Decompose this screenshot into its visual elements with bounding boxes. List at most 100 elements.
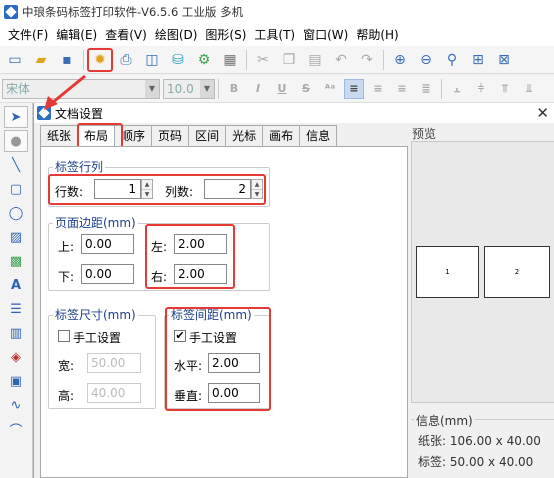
font-size-value: 10.0: [167, 81, 194, 96]
new-document-icon[interactable]: ▭: [4, 49, 26, 71]
vertical-gap-input[interactable]: 0.00: [208, 383, 260, 403]
menu-window[interactable]: 窗口(W): [299, 24, 352, 46]
cols-label: 列数:: [165, 185, 194, 199]
menu-bar: 文件(F) 编辑(E) 查看(V) 绘图(D) 图形(S) 工具(T) 窗口(W…: [0, 24, 554, 46]
font-family-select[interactable]: 宋体 ▼: [2, 78, 160, 99]
menu-help[interactable]: 帮助(H): [352, 24, 402, 46]
layout-tab-page: 标签行列 行数: 1 ▲ ▼ 列数: 2 ▲ ▼ 页面边距(mm) 上: 0.00 …: [40, 146, 408, 478]
align-top-icon[interactable]: ⫠: [447, 79, 467, 99]
label-gap-manual-checkbox[interactable]: ✔: [174, 330, 186, 342]
label-gap-manual-label: 手工设置: [189, 331, 238, 345]
undo-icon[interactable]: ↶: [330, 49, 352, 71]
print-preview-icon[interactable]: ◫: [141, 49, 163, 71]
grid-icon[interactable]: ▦: [219, 49, 241, 71]
font-size-select[interactable]: 10.0 ▼: [163, 78, 215, 99]
bottom-margin-input[interactable]: 0.00: [81, 264, 134, 284]
label-size-manual-checkbox[interactable]: [58, 330, 70, 342]
fit-width-icon[interactable]: ⊠: [493, 49, 515, 71]
menu-draw[interactable]: 绘图(D): [151, 24, 202, 46]
paste-icon[interactable]: ▤: [304, 49, 326, 71]
pointer-tool-icon[interactable]: ➤: [4, 106, 28, 128]
app-logo-icon: [37, 106, 51, 120]
info-group: 信息(mm) 纸张: 106.00 x 40.00 标签: 50.00 x 40…: [411, 412, 554, 478]
redo-icon[interactable]: ↷: [356, 49, 378, 71]
info-title: 信息(mm): [414, 412, 475, 429]
align-center-icon[interactable]: ≡: [368, 79, 388, 99]
preview-label-number: 2: [514, 268, 520, 276]
menu-shape[interactable]: 图形(S): [201, 24, 250, 46]
preview-title: 预览: [412, 127, 437, 141]
right-margin-label: 右:: [151, 270, 168, 284]
save-icon[interactable]: ▪: [56, 49, 78, 71]
curve-tool-icon[interactable]: ∿: [4, 394, 28, 416]
database-icon[interactable]: ⛁: [167, 49, 189, 71]
italic-button[interactable]: I: [248, 79, 268, 99]
barcode-tool-icon[interactable]: ▥: [4, 322, 28, 344]
line-tool-icon[interactable]: ╲: [4, 154, 28, 176]
left-margin-input[interactable]: 2.00: [174, 234, 227, 254]
align-middle-icon[interactable]: ⫩: [471, 79, 491, 99]
width-label: 宽:: [58, 359, 75, 373]
qrcode-tool-icon[interactable]: ▣: [4, 370, 28, 392]
align-bottom-icon[interactable]: ⫪: [495, 79, 515, 99]
paragraph-tool-icon[interactable]: ☰: [4, 298, 28, 320]
info-paper-size: 纸张: 106.00 x 40.00: [418, 434, 541, 448]
tab-range[interactable]: 区间: [188, 125, 227, 146]
rectangle-tool-icon[interactable]: ▢: [4, 178, 28, 200]
ellipse-tool-icon[interactable]: ◯: [4, 202, 28, 224]
distribute-icon[interactable]: ⫫: [519, 79, 539, 99]
vertical-gap-label: 垂直:: [174, 389, 203, 403]
rows-input[interactable]: 1: [94, 179, 141, 199]
align-justify-icon[interactable]: ≣: [416, 79, 436, 99]
tab-canvas[interactable]: 画布: [262, 125, 301, 146]
settings-icon[interactable]: ⚙: [193, 49, 215, 71]
page-margins-title: 页面边距(mm): [53, 216, 138, 230]
horizontal-gap-input[interactable]: 2.00: [208, 353, 260, 373]
menu-tools[interactable]: 工具(T): [250, 24, 299, 46]
tab-layout[interactable]: 布局: [77, 125, 116, 146]
tab-cursor[interactable]: 光标: [225, 125, 264, 146]
zoom-out-icon[interactable]: ⊖: [415, 49, 437, 71]
label-size-manual-label: 手工设置: [73, 331, 122, 345]
align-right-icon[interactable]: ≡: [392, 79, 412, 99]
menu-file[interactable]: 文件(F): [4, 24, 52, 46]
strikethrough-button[interactable]: S: [296, 79, 316, 99]
cols-stepper[interactable]: ▲ ▼: [251, 179, 263, 199]
picture-tool-icon[interactable]: ▩: [4, 250, 28, 272]
menu-view[interactable]: 查看(V): [101, 24, 151, 46]
tab-order[interactable]: 顺序: [114, 125, 153, 146]
image-tool-icon[interactable]: ▨: [4, 226, 28, 248]
fit-page-icon[interactable]: ⊞: [467, 49, 489, 71]
cols-input[interactable]: 2: [204, 179, 251, 199]
underline-button[interactable]: U: [272, 79, 292, 99]
close-icon[interactable]: ✕: [536, 104, 549, 122]
tab-page-number[interactable]: 页码: [151, 125, 190, 146]
top-margin-label: 上:: [58, 240, 75, 254]
menu-edit[interactable]: 编辑(E): [52, 24, 101, 46]
right-margin-input[interactable]: 2.00: [174, 264, 227, 284]
height-input[interactable]: 40.00: [87, 383, 141, 403]
rows-stepper[interactable]: ▲ ▼: [141, 179, 153, 199]
width-input[interactable]: 50.00: [87, 353, 141, 373]
bold-button[interactable]: B: [224, 79, 244, 99]
dialog-title: 文档设置: [55, 106, 104, 121]
arc-tool-icon[interactable]: ⌒: [4, 418, 28, 440]
cut-icon[interactable]: ✂: [252, 49, 274, 71]
info-label-size: 标签: 50.00 x 40.00: [418, 455, 534, 469]
print-icon[interactable]: ⎙: [115, 49, 137, 71]
label-gap-title: 标签间距(mm): [169, 308, 254, 322]
align-left-icon[interactable]: ≡: [344, 78, 364, 99]
pan-tool-icon[interactable]: ●: [4, 130, 28, 152]
zoom-icon[interactable]: ⚲: [441, 49, 463, 71]
shape-tool-icon[interactable]: ◈: [4, 346, 28, 368]
document-settings-icon[interactable]: ✹: [89, 49, 111, 71]
tab-paper[interactable]: 纸张: [40, 125, 79, 146]
font-style-icon[interactable]: ᴬᵃ: [320, 79, 340, 99]
top-margin-input[interactable]: 0.00: [81, 234, 134, 254]
rows-label: 行数:: [55, 185, 84, 199]
open-folder-icon[interactable]: ▰: [30, 49, 52, 71]
copy-icon[interactable]: ❐: [278, 49, 300, 71]
zoom-in-icon[interactable]: ⊕: [389, 49, 411, 71]
text-tool-icon[interactable]: A: [4, 274, 28, 296]
tab-info[interactable]: 信息: [299, 125, 338, 146]
